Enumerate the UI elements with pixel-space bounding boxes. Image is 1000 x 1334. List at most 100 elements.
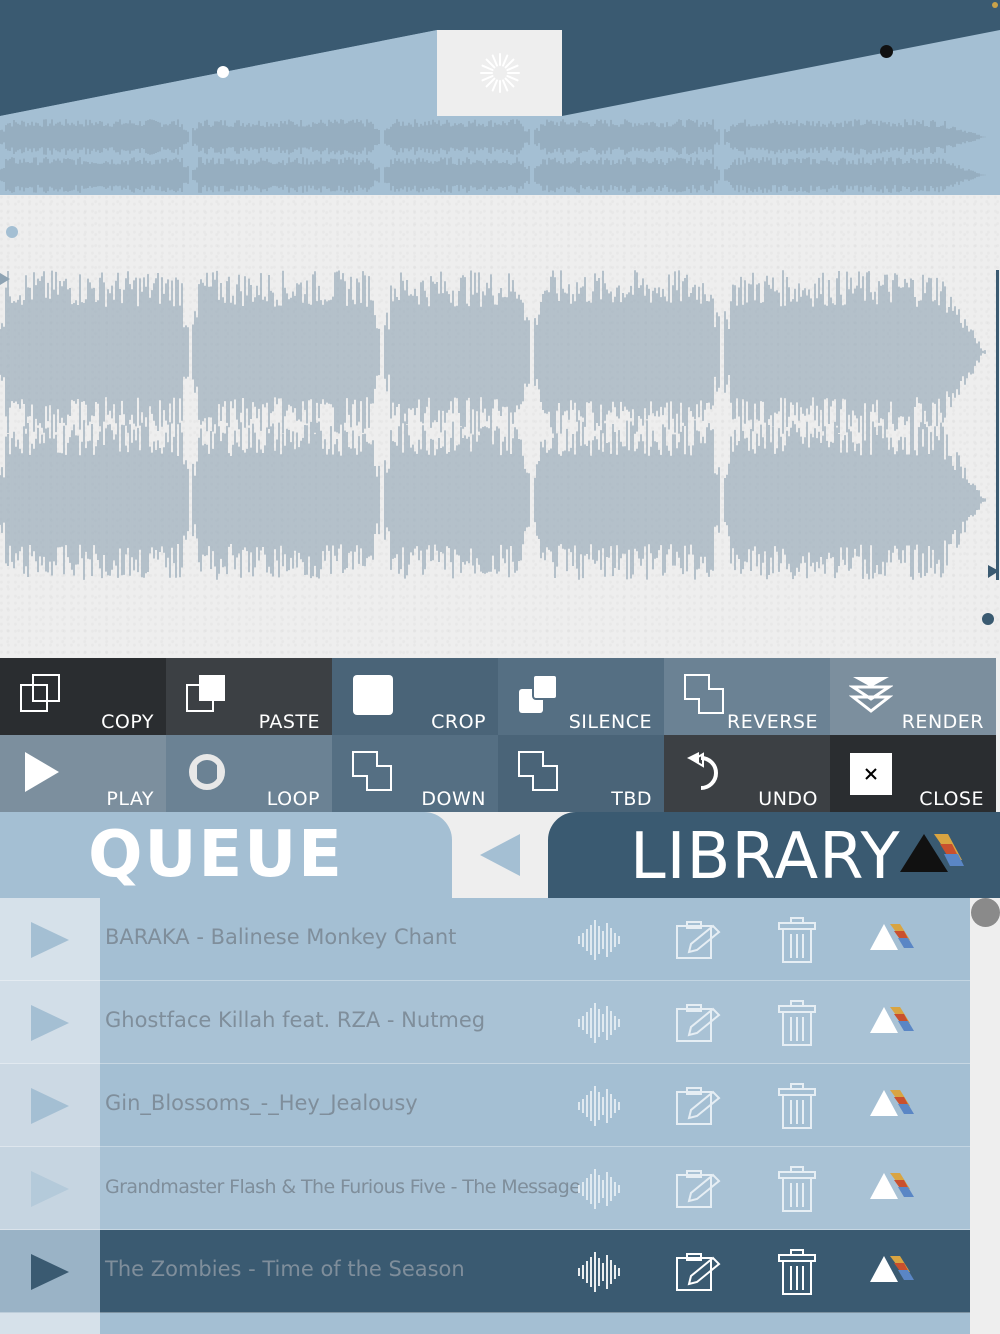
edit-icon[interactable] [673, 999, 721, 1047]
panel-tabs: QUEUE LIBRARY [0, 812, 1000, 898]
tab-queue-label: QUEUE [88, 818, 344, 892]
tbd-icon [516, 749, 562, 795]
zoom-handle[interactable] [437, 30, 562, 116]
render-label: RENDER [901, 711, 984, 733]
waveform-overview[interactable] [0, 0, 1000, 195]
crop-button[interactable]: CROP [332, 658, 498, 735]
copy-icon [18, 672, 64, 718]
scrollbar-thumb[interactable] [971, 898, 1000, 927]
loop-label: LOOP [266, 788, 320, 810]
edit-icon[interactable] [673, 1165, 721, 1213]
reverse-icon [682, 672, 728, 718]
waveform-icon[interactable] [575, 916, 623, 964]
library-track-list: BARAKA - Balinese Monkey Chant Ghostface … [0, 898, 1000, 1334]
reverse-label: REVERSE [727, 711, 818, 733]
copy-button[interactable]: COPY [0, 658, 166, 735]
down-label: DOWN [421, 788, 486, 810]
app-logo-icon[interactable] [870, 1171, 914, 1203]
silence-button[interactable]: SILENCE [498, 658, 664, 735]
trash-icon[interactable] [773, 1165, 821, 1213]
paste-label: PASTE [258, 711, 320, 733]
tab-library-label: LIBRARY [630, 820, 901, 894]
tab-queue[interactable]: QUEUE [0, 812, 452, 898]
track-play-button[interactable] [0, 1147, 100, 1230]
tbd-button[interactable]: TBD [498, 735, 664, 812]
track-play-button[interactable] [0, 898, 100, 981]
tab-library[interactable]: LIBRARY [548, 812, 1000, 898]
loop-icon [184, 749, 230, 795]
paste-button[interactable]: PASTE [166, 658, 332, 735]
left-edge-marker [0, 273, 10, 285]
playhead-line [996, 270, 999, 580]
close-label: CLOSE [919, 788, 984, 810]
trash-icon[interactable] [773, 916, 821, 964]
track-play-button[interactable] [0, 1064, 100, 1147]
table-row[interactable]: The Zombies - Time of the Season [0, 1230, 970, 1313]
track-title: Grandmaster Flash & The Furious Five - T… [105, 1176, 581, 1198]
table-row[interactable]: Grandmaster Flash & The Furious Five - T… [0, 1147, 970, 1230]
selection-start-marker [6, 226, 18, 238]
undo-icon [682, 749, 728, 795]
close-icon [850, 753, 892, 795]
editor-markers [0, 226, 999, 625]
crop-label: CROP [431, 711, 486, 733]
undo-button[interactable]: UNDO [664, 735, 830, 812]
app-logo-icon[interactable] [870, 1005, 914, 1037]
copy-label: COPY [101, 711, 154, 733]
edit-icon[interactable] [673, 1248, 721, 1296]
status-dot [992, 2, 998, 8]
waveform-icon[interactable] [575, 999, 623, 1047]
sunburst-icon [479, 53, 520, 93]
app-logo-icon[interactable] [870, 1254, 914, 1286]
play-icon [31, 1004, 69, 1041]
reverse-button[interactable]: REVERSE [664, 658, 830, 735]
edit-icon[interactable] [673, 1082, 721, 1130]
trash-icon[interactable] [773, 1248, 821, 1296]
track-title: BARAKA - Balinese Monkey Chant [105, 925, 457, 949]
filler-main [100, 1313, 970, 1334]
render-icon [848, 672, 894, 718]
play-icon [31, 921, 69, 958]
table-row[interactable]: BARAKA - Balinese Monkey Chant [0, 898, 970, 981]
track-play-button[interactable] [0, 1230, 100, 1313]
edit-icon[interactable] [673, 916, 721, 964]
play-icon [31, 1253, 69, 1290]
range-start-handle[interactable] [217, 66, 229, 78]
trash-icon[interactable] [773, 1082, 821, 1130]
down-icon [350, 749, 396, 795]
silence-label: SILENCE [568, 711, 652, 733]
play-icon [31, 1170, 69, 1207]
app-logo-icon[interactable] [870, 922, 914, 954]
track-title: Ghostface Killah feat. RZA - Nutmeg [105, 1008, 486, 1032]
waveform-editor[interactable] [0, 195, 1000, 658]
silence-icon [516, 672, 562, 718]
play-button[interactable]: PLAY [0, 735, 166, 812]
trash-icon[interactable] [773, 999, 821, 1047]
render-button[interactable]: RENDER [830, 658, 996, 735]
range-end-handle[interactable] [880, 45, 893, 58]
collapse-arrow-icon[interactable] [478, 832, 522, 882]
table-row[interactable]: Gin_Blossoms_-_Hey_Jealousy [0, 1064, 970, 1147]
waveform-icon[interactable] [575, 1248, 623, 1296]
track-play-button[interactable] [0, 981, 100, 1064]
app-logo-icon [900, 834, 964, 872]
app-logo-icon[interactable] [870, 1088, 914, 1120]
undo-label: UNDO [758, 788, 818, 810]
play-label: PLAY [106, 788, 154, 810]
edit-toolbar: COPY PASTE CROP SILENCE REVERSE RENDER P… [0, 658, 1000, 812]
tbd-label: TBD [611, 788, 652, 810]
waveform-icon[interactable] [575, 1165, 623, 1213]
down-button[interactable]: DOWN [332, 735, 498, 812]
filler-gutter [0, 1313, 100, 1334]
list-filler [0, 1313, 970, 1334]
crop-icon [350, 672, 396, 718]
close-button[interactable]: CLOSE [830, 735, 996, 812]
paste-icon [184, 672, 230, 718]
table-row[interactable]: Ghostface Killah feat. RZA - Nutmeg [0, 981, 970, 1064]
mini-waveform [0, 119, 986, 193]
waveform-icon[interactable] [575, 1082, 623, 1130]
loop-button[interactable]: LOOP [166, 735, 332, 812]
play-icon [18, 749, 64, 795]
track-title: Gin_Blossoms_-_Hey_Jealousy [105, 1091, 418, 1115]
selection-end-marker [982, 613, 994, 625]
